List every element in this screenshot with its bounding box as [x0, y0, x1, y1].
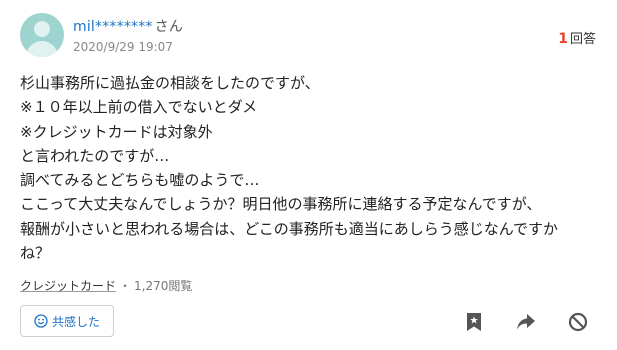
post-date: 2020/9/29 19:07 [73, 40, 173, 54]
question-meta: クレジットカード・ 1,270閲覧 [20, 277, 192, 294]
user-name[interactable]: mil******** [73, 19, 153, 35]
view-count: 1,270閲覧 [134, 279, 193, 293]
answer-count: 1 [558, 31, 568, 47]
user-name-suffix: さん [154, 19, 184, 35]
block-icon[interactable] [566, 310, 590, 334]
question-line: ※１０年以上前の借入でないとダメ [20, 98, 258, 117]
question-body: 杉山事務所に過払金の相談をしたのですが、 ※１０年以上前の借入でないとダメ ※ク… [20, 71, 600, 265]
user-name-link[interactable]: mil******** さん [73, 16, 183, 36]
meta-separator: ・ [119, 279, 132, 293]
question-line: ※クレジットカードは対象外 [20, 122, 213, 141]
empathy-button[interactable]: 共感した [20, 305, 114, 337]
bookmark-icon[interactable] [462, 310, 486, 334]
question-line: 報酬が小さいと思われる場合は、どこの事務所も適当にあしらう感じなんですか [20, 219, 559, 238]
smile-icon [34, 314, 48, 328]
question-line: と言われたのですが… [20, 146, 170, 165]
answer-count-link[interactable]: 1 回答 [558, 28, 596, 47]
user-avatar-icon[interactable] [20, 13, 64, 57]
question-card: mil******** さん 2020/9/29 19:07 1 回答 杉山事務所に… [0, 0, 617, 350]
answer-count-label: 回答 [569, 32, 596, 47]
question-line: ここって大丈夫なんでしょうか？明日他の事務所に連絡する予定なんですが、 [20, 195, 542, 214]
question-line: ね？ [20, 244, 51, 263]
question-line: 調べてみるとどちらも嘘のようで… [20, 171, 260, 190]
question-line: 杉山事務所に過払金の相談をしたのですが、 [20, 74, 320, 92]
share-arrow-icon[interactable] [514, 310, 538, 334]
category-link[interactable]: クレジットカード [20, 279, 116, 293]
empathy-label: 共感した [51, 314, 100, 329]
